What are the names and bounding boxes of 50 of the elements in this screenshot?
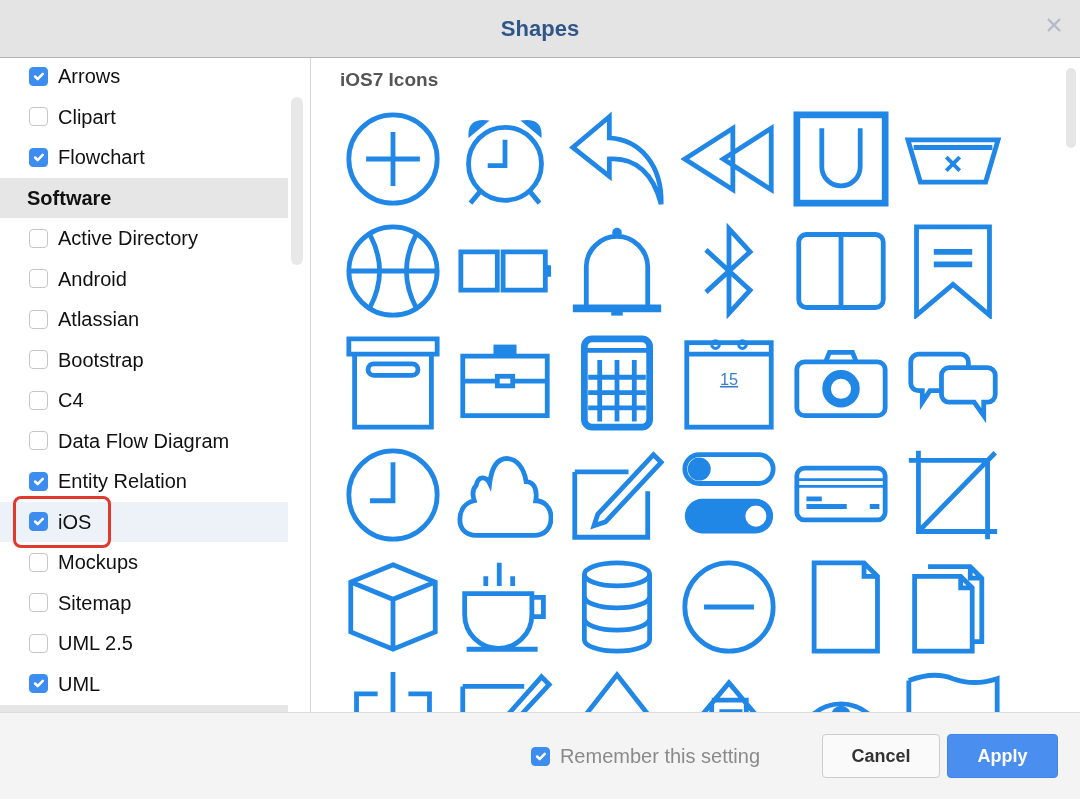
checkbox[interactable] (530, 746, 550, 766)
flag-icon (905, 670, 1001, 712)
calendar-date: 15 (719, 369, 739, 388)
option-label[interactable]: Bootstrap (58, 347, 144, 372)
cube-icon (345, 559, 441, 655)
checkbox[interactable] (29, 107, 48, 127)
checkbox[interactable] (29, 147, 48, 167)
option-label[interactable]: Android (58, 266, 127, 291)
checkbox[interactable] (29, 66, 48, 86)
section-title: iOS7 Icons (340, 69, 439, 91)
checkbox[interactable] (29, 350, 48, 370)
basketball-icon (345, 223, 441, 319)
checkbox[interactable] (29, 593, 48, 613)
close-button[interactable] (1045, 16, 1063, 34)
pencil-square-icon (457, 672, 553, 712)
option-label[interactable]: Mockups (58, 550, 139, 575)
checkbox[interactable] (29, 309, 48, 329)
archive-box-icon (345, 335, 441, 431)
calendar-icon (684, 339, 774, 430)
option-label[interactable]: iOS (58, 509, 92, 534)
option-label[interactable]: Sitemap (58, 590, 132, 615)
checkbox[interactable] (29, 390, 48, 410)
option-label[interactable]: Flowchart (58, 145, 145, 170)
section-header: Software (0, 177, 288, 218)
option-label[interactable]: Active Directory (58, 226, 199, 251)
minus-circle-icon (681, 559, 777, 655)
option-label[interactable]: UML (58, 671, 101, 696)
option-label[interactable]: Clipart (58, 104, 116, 129)
checkbox[interactable] (29, 269, 48, 289)
option-label[interactable]: Data Flow Diagram (58, 428, 230, 453)
checkbox[interactable] (29, 552, 48, 572)
option-label[interactable]: Atlassian (58, 307, 140, 332)
checkbox[interactable] (29, 633, 48, 653)
scrollbar-thumb[interactable] (1066, 68, 1076, 148)
option-label[interactable]: Arrows (58, 64, 121, 89)
option-label[interactable]: UML 2.5 (58, 631, 133, 656)
cancel-button[interactable]: Cancel (822, 734, 940, 778)
checkbox[interactable] (29, 674, 48, 694)
checkbox[interactable] (29, 431, 48, 451)
window-title: Shapes (500, 15, 580, 42)
checkbox[interactable] (29, 228, 48, 248)
checkbox[interactable] (29, 512, 48, 532)
option-label[interactable]: Entity Relation (58, 469, 187, 494)
plus-circle-icon (345, 111, 441, 207)
clock-icon (345, 447, 441, 543)
reply-arrow-icon (569, 111, 665, 207)
option-label[interactable]: C4 (58, 388, 84, 413)
checkbox[interactable] (29, 471, 48, 491)
close-icon (1047, 18, 1061, 32)
u-square-icon (793, 111, 889, 207)
